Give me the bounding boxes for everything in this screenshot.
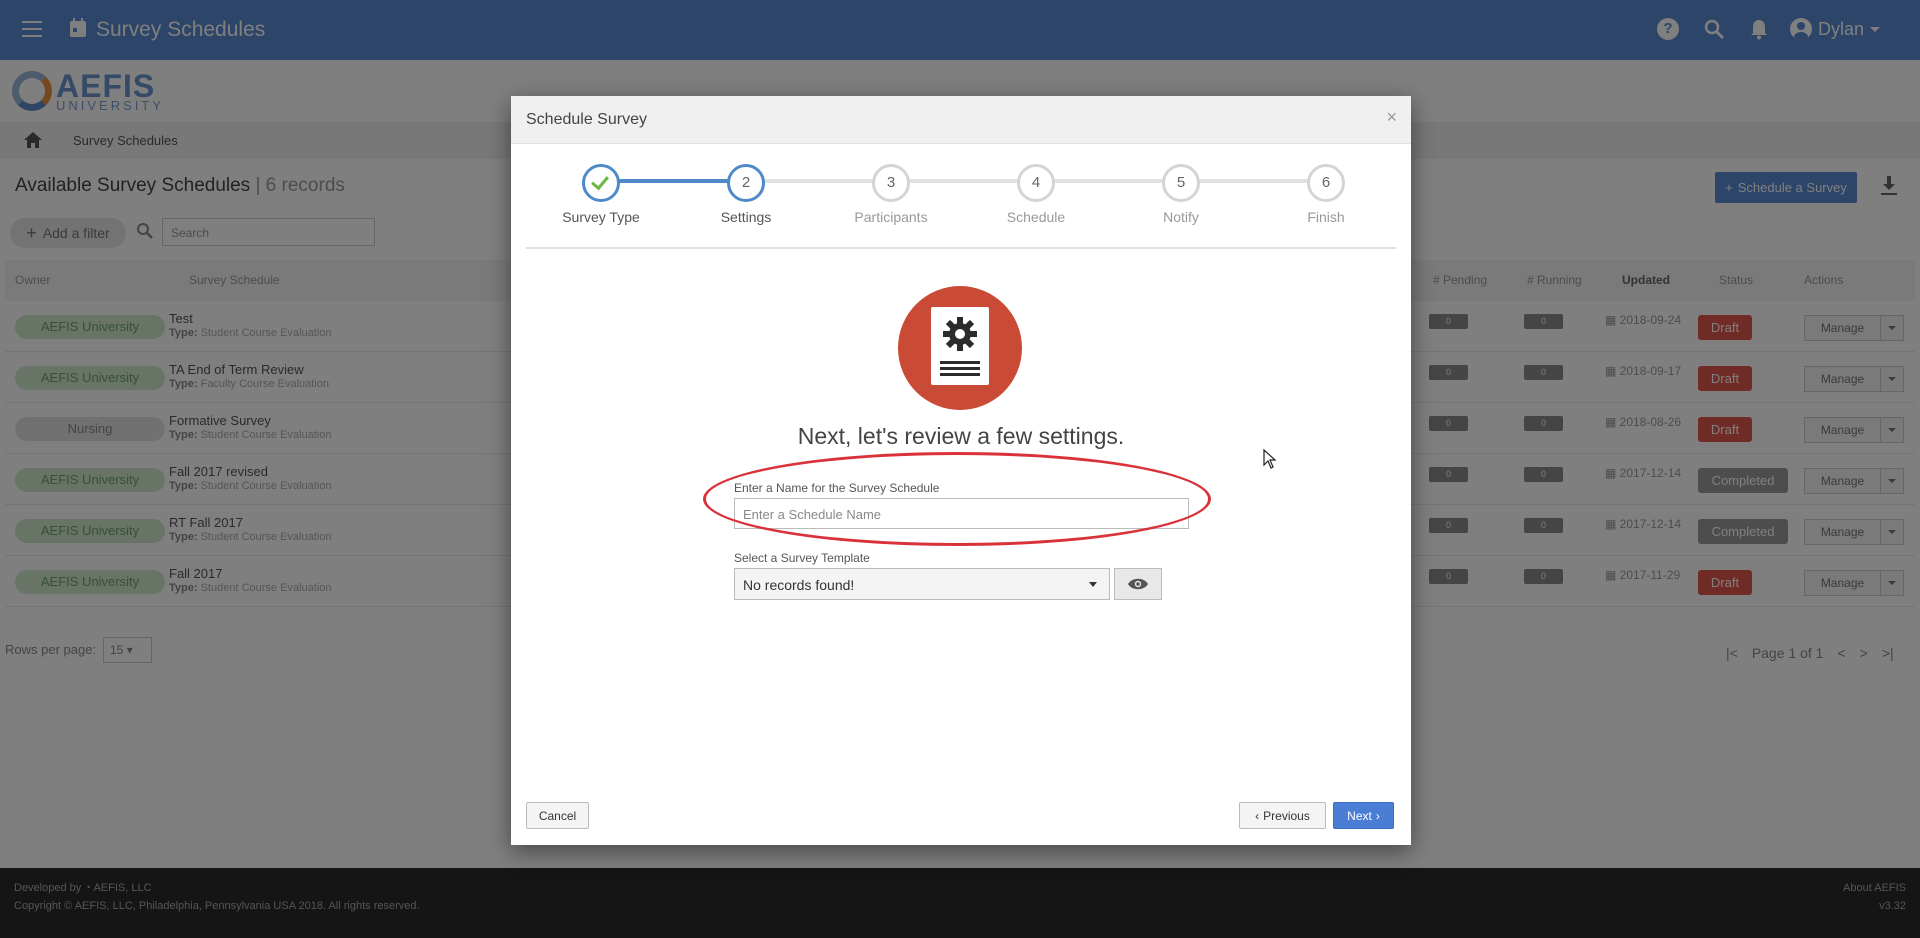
text-line [940, 373, 980, 376]
gear-icon [943, 317, 977, 351]
survey-template-select[interactable]: No records found! [734, 568, 1110, 600]
next-button[interactable]: Next › [1333, 802, 1394, 829]
step-circle: 4 [1017, 164, 1055, 202]
step-schedule[interactable]: 4 Schedule [976, 164, 1096, 225]
cancel-button[interactable]: Cancel [526, 802, 589, 829]
step-label: Survey Type [562, 209, 640, 225]
next-label: Next [1347, 808, 1372, 823]
step-circle: 2 [727, 164, 765, 202]
modal-title: Schedule Survey [526, 111, 647, 128]
step-circle: 3 [872, 164, 910, 202]
step-participants[interactable]: 3 Participants [831, 164, 951, 225]
step-circle [582, 164, 620, 202]
schedule-survey-modal: Schedule Survey × Survey Type 2 Settings… [511, 96, 1411, 845]
text-line [940, 361, 980, 364]
step-label: Settings [720, 209, 772, 225]
step-notify[interactable]: 5 Notify [1121, 164, 1241, 225]
step-circle: 6 [1307, 164, 1345, 202]
document-icon [931, 307, 989, 385]
chevron-right-icon: › [1375, 808, 1380, 823]
step-survey-type[interactable]: Survey Type [541, 164, 661, 225]
eye-icon [1128, 578, 1148, 590]
text-line [940, 367, 980, 370]
divider [526, 247, 1396, 249]
step-circle: 5 [1162, 164, 1200, 202]
settings-heading: Next, let's review a few settings. [797, 423, 1125, 449]
step-label: Notify [1163, 209, 1199, 225]
settings-document-icon [898, 286, 1022, 410]
step-label: Finish [1307, 209, 1345, 225]
survey-template-label: Select a Survey Template [734, 551, 870, 565]
step-finish[interactable]: 6 Finish [1266, 164, 1386, 225]
mouse-cursor-icon [1263, 449, 1277, 469]
highlight-ellipse [703, 452, 1211, 546]
step-label: Schedule [1006, 209, 1066, 225]
chevron-left-icon: ‹ [1255, 808, 1260, 823]
wizard-steps: Survey Type 2 Settings 3 Participants 4 … [526, 164, 1396, 254]
previous-button[interactable]: ‹ Previous [1239, 802, 1326, 829]
checkmark-icon [591, 171, 609, 191]
modal-header: Schedule Survey × [511, 96, 1411, 144]
close-icon[interactable]: × [1386, 107, 1397, 128]
survey-template-value: No records found! [743, 577, 855, 593]
step-label: Participants [854, 209, 928, 225]
preview-template-button[interactable] [1114, 568, 1162, 600]
chevron-down-icon [1089, 582, 1097, 587]
step-settings[interactable]: 2 Settings [686, 164, 806, 225]
previous-label: Previous [1263, 808, 1310, 823]
